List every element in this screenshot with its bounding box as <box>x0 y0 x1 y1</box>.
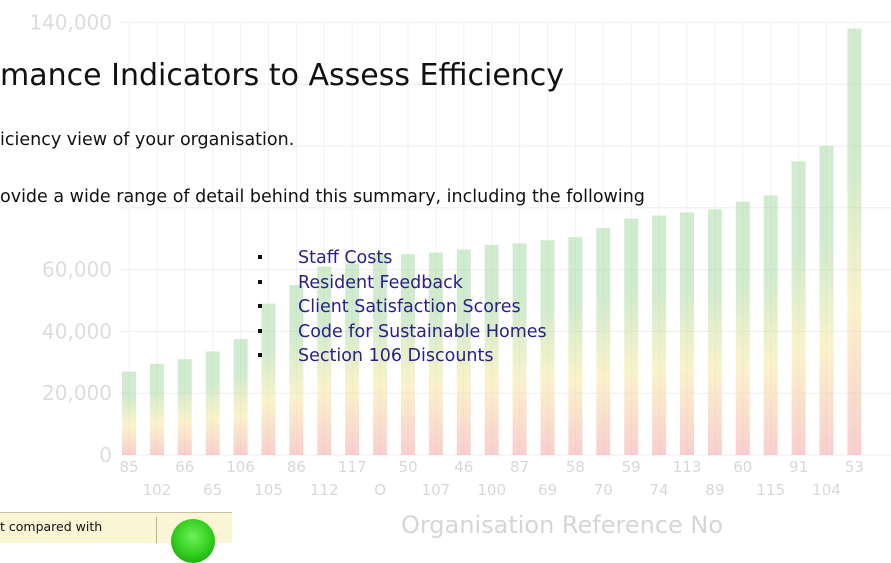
x-tick-label: 117 <box>338 458 367 476</box>
x-tick-label: 105 <box>254 481 283 499</box>
x-tick-label: 87 <box>510 458 529 476</box>
y-tick-label: 40,000 <box>42 319 112 343</box>
y-tick-label: 0 <box>99 443 112 467</box>
list-item: Code for Sustainable Homes <box>258 320 547 345</box>
chart-bar <box>707 209 722 455</box>
x-tick-label: 102 <box>143 481 172 499</box>
x-tick-label: 91 <box>789 458 808 476</box>
chart-bar <box>596 227 611 455</box>
detail-list: Staff Costs Resident Feedback Client Sat… <box>258 246 547 369</box>
chart-bar <box>205 351 220 455</box>
x-tick-label: 107 <box>422 481 451 499</box>
x-tick-label: 74 <box>650 481 669 499</box>
intro-paragraph: iciency view of your organisation. <box>0 130 295 150</box>
y-tick-label: 20,000 <box>42 381 112 405</box>
list-item: Staff Costs <box>258 246 547 271</box>
bullet-icon <box>258 353 262 358</box>
x-tick-label: 53 <box>845 458 864 476</box>
x-tick-label: 86 <box>287 458 306 476</box>
bullet-icon <box>258 328 262 333</box>
y-tick-label: 140,000 <box>29 10 112 34</box>
detail-paragraph: ovide a wide range of detail behind this… <box>0 187 645 207</box>
chart-bar <box>177 359 192 455</box>
x-tick-label: 60 <box>733 458 752 476</box>
cropped-top-text: · · · · · · · · · · · · · · · · · · · · … <box>0 0 464 10</box>
comparison-divider <box>156 517 157 543</box>
chart-bar <box>233 339 248 455</box>
x-tick-label: 113 <box>673 458 702 476</box>
x-tick-label: 70 <box>594 481 613 499</box>
x-tick-label: 65 <box>203 481 222 499</box>
x-tick-label: 104 <box>812 481 841 499</box>
x-axis-title: Organisation Reference No <box>401 511 723 539</box>
chart-bar <box>568 237 583 455</box>
chart-bar <box>847 28 862 456</box>
bullet-icon <box>258 279 262 284</box>
list-item-label: Resident Feedback <box>298 272 463 293</box>
list-item: Section 106 Discounts <box>258 344 547 369</box>
x-tick-label: 112 <box>310 481 339 499</box>
bullet-icon <box>258 255 262 259</box>
chart-bar <box>680 212 694 455</box>
list-item: Resident Feedback <box>258 271 547 296</box>
x-tick-label: 106 <box>226 458 255 476</box>
chart-bar <box>735 201 750 455</box>
list-item: Client Satisfaction Scores <box>258 295 547 320</box>
list-item-label: Section 106 Discounts <box>298 346 494 367</box>
x-tick-label: 69 <box>538 481 557 499</box>
list-item-label: Client Satisfaction Scores <box>298 297 521 318</box>
x-tick-label: 100 <box>477 481 506 499</box>
x-tick-label: 59 <box>622 458 641 476</box>
list-item-label: Code for Sustainable Homes <box>298 321 547 342</box>
x-tick-label: O <box>374 481 386 499</box>
x-tick-label: 85 <box>119 458 138 476</box>
chart-bar <box>763 195 778 455</box>
chart-bar <box>149 363 164 455</box>
list-item-label: Staff Costs <box>298 248 393 268</box>
chart-bar <box>624 218 639 455</box>
comparison-label: t compared with <box>0 519 103 534</box>
y-tick-label: 60,000 <box>42 258 112 282</box>
chart-bar <box>791 161 806 455</box>
x-tick-label: 66 <box>175 458 194 476</box>
x-tick-label: 50 <box>398 458 417 476</box>
x-tick-label: 58 <box>566 458 585 476</box>
bullet-icon <box>258 304 262 309</box>
x-tick-label: 46 <box>454 458 473 476</box>
status-indicator-icon[interactable] <box>171 519 215 563</box>
x-tick-label: 115 <box>756 481 785 499</box>
chart-bar <box>122 371 136 455</box>
x-tick-label: 89 <box>705 481 724 499</box>
comparison-panel: t compared with <box>0 512 232 563</box>
chart-bar <box>652 215 667 455</box>
chart-bar <box>819 146 834 455</box>
page-heading: mance Indicators to Assess Efficiency <box>0 58 565 93</box>
